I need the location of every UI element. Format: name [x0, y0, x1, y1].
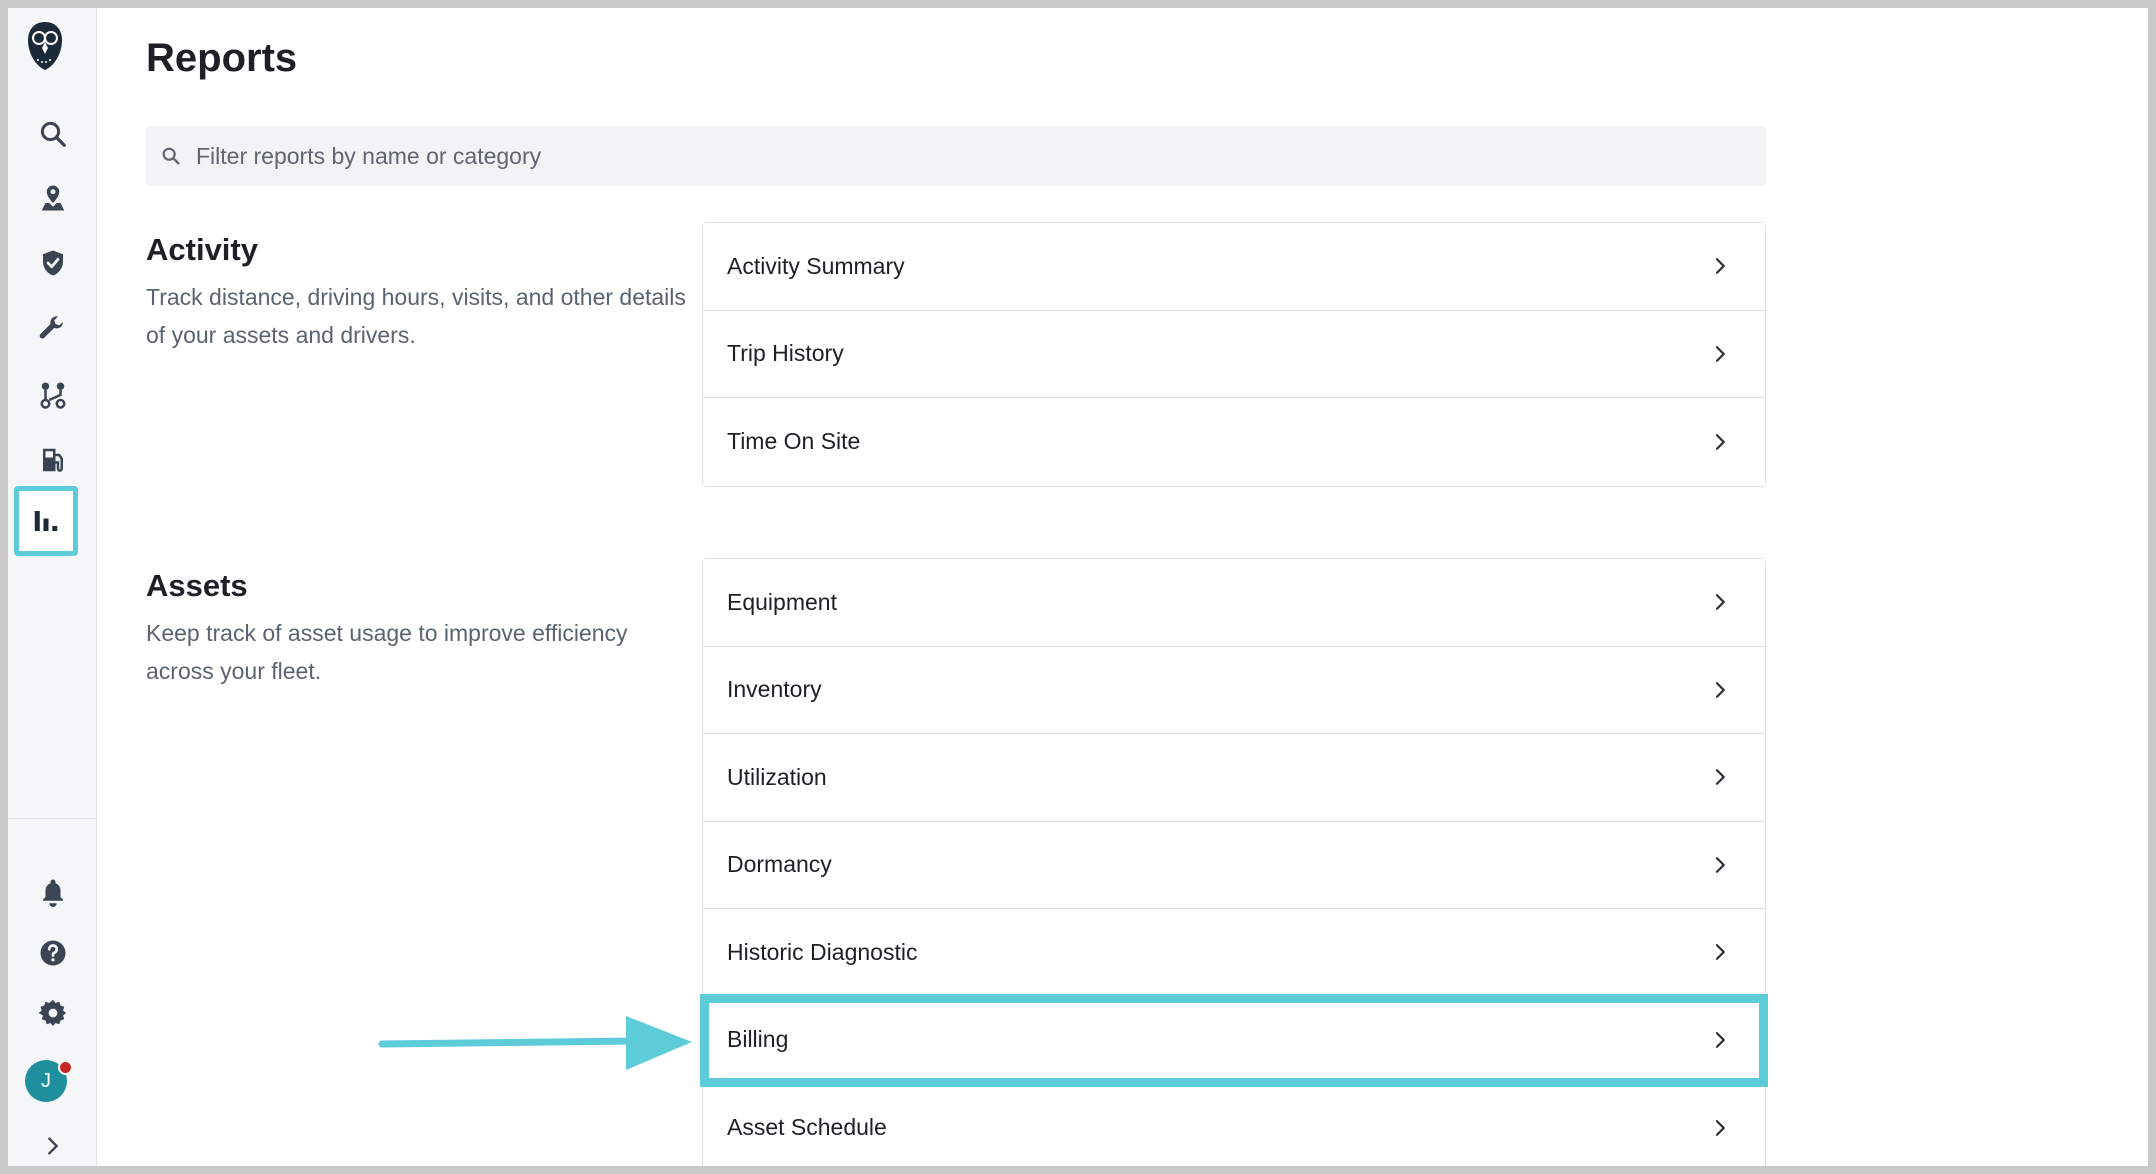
- app-window: J Reports Activity Track distance, drivi…: [8, 8, 2148, 1166]
- report-item-time-on-site[interactable]: Time On Site: [703, 398, 1765, 486]
- report-item-label: Inventory: [727, 676, 822, 703]
- search-input[interactable]: [196, 142, 1696, 170]
- gear-icon[interactable]: [25, 985, 81, 1041]
- report-list-activity: Activity Summary Trip History Time On Si…: [702, 222, 1766, 487]
- chevron-right-icon: [1715, 433, 1725, 450]
- fuel-icon[interactable]: [25, 432, 81, 488]
- chevron-right-icon[interactable]: [25, 1126, 81, 1166]
- notification-dot: [58, 1060, 73, 1075]
- report-item-equipment[interactable]: Equipment: [703, 559, 1765, 647]
- report-item-trip-history[interactable]: Trip History: [703, 310, 1765, 398]
- section-description-activity: Track distance, driving hours, visits, a…: [146, 284, 686, 348]
- sidebar-divider: [8, 818, 97, 819]
- annotation-arrow-icon: [378, 1016, 692, 1070]
- report-item-label: Time On Site: [727, 428, 861, 455]
- owl-logo-icon[interactable]: [26, 20, 64, 72]
- map-location-icon[interactable]: [25, 170, 81, 226]
- report-item-billing[interactable]: Billing: [700, 993, 1768, 1087]
- report-item-label: Activity Summary: [727, 252, 905, 279]
- page-title: Reports: [146, 36, 298, 80]
- chevron-right-icon: [1715, 594, 1725, 611]
- chevron-right-icon: [1715, 681, 1725, 698]
- chevron-right-icon: [1715, 345, 1725, 362]
- report-item-utilization[interactable]: Utilization: [703, 734, 1765, 822]
- report-item-label: Trip History: [727, 340, 844, 367]
- section-title-assets: Assets: [146, 568, 248, 603]
- section-description-assets: Keep track of asset usage to improve eff…: [146, 620, 628, 684]
- bell-icon[interactable]: [25, 864, 81, 920]
- chevron-right-icon: [1715, 1119, 1725, 1136]
- search-bar[interactable]: [146, 126, 1766, 186]
- report-item-historic-diagnostic[interactable]: Historic Diagnostic: [703, 909, 1765, 997]
- report-item-label: Dormancy: [727, 851, 832, 878]
- chevron-right-icon: [1715, 769, 1725, 786]
- section-title-activity: Activity: [146, 232, 258, 267]
- chevron-right-icon: [1715, 258, 1725, 275]
- search-icon[interactable]: [25, 106, 81, 162]
- report-item-inventory[interactable]: Inventory: [703, 646, 1765, 734]
- report-item-asset-schedule[interactable]: Asset Schedule: [703, 1084, 1765, 1166]
- search-icon: [162, 147, 180, 165]
- chevron-right-icon: [1715, 944, 1725, 961]
- help-icon[interactable]: [25, 925, 81, 981]
- report-item-label: Historic Diagnostic: [727, 938, 918, 965]
- report-item-dormancy[interactable]: Dormancy: [703, 821, 1765, 909]
- sidebar: J: [8, 8, 97, 1166]
- route-icon[interactable]: [25, 367, 81, 423]
- chevron-right-icon: [1715, 1031, 1725, 1048]
- report-item-label: Utilization: [727, 763, 827, 790]
- chevron-right-icon: [1715, 856, 1725, 873]
- wrench-icon[interactable]: [25, 301, 81, 357]
- report-item-label: Asset Schedule: [727, 1114, 887, 1141]
- shield-check-icon[interactable]: [25, 235, 81, 291]
- report-item-label: Equipment: [727, 588, 837, 615]
- reports-bar-chart-icon[interactable]: [14, 486, 78, 556]
- report-item-activity-summary[interactable]: Activity Summary: [703, 223, 1765, 311]
- report-item-label: Billing: [727, 1026, 789, 1053]
- report-list-assets: Equipment Inventory Utilization Dormancy…: [700, 558, 1768, 1166]
